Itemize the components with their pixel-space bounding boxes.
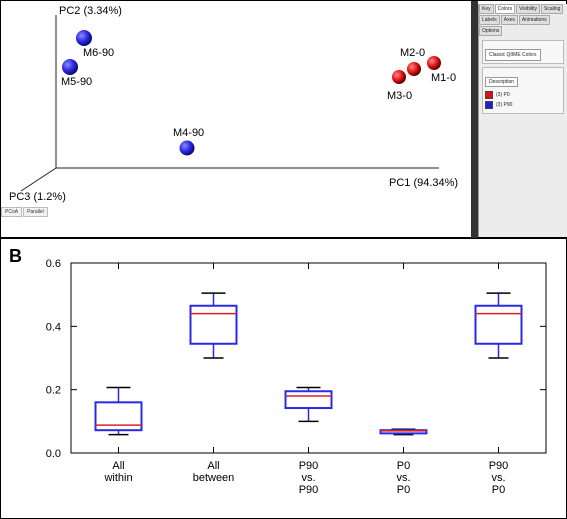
x-category-label: P90 (299, 484, 319, 496)
color-scheme-box: Classic QIIME Colors (482, 40, 564, 64)
tab-visibility[interactable]: Visibility (516, 4, 541, 14)
point-label-m5-90: M5-90 (61, 76, 93, 88)
point-label-m6-90: M6-90 (83, 47, 115, 59)
x-category-label: between (193, 472, 235, 484)
x-category-label: vs. (396, 472, 410, 484)
x-category-label: P0 (492, 484, 505, 496)
tab-pcoa[interactable]: PCoA (1, 207, 23, 217)
x-category-label: P90 (299, 460, 319, 472)
tab-colors[interactable]: Colors (494, 4, 516, 14)
tab-axes[interactable]: Axes (500, 15, 518, 25)
y-tick-label: 0.4 (46, 321, 61, 333)
tab-labels[interactable]: Labels (479, 15, 500, 25)
pc2-axis-label: PC2 (3.34%) (59, 5, 122, 17)
control-panel: Key Colors Visibility Scaling Labels Axe… (478, 4, 567, 237)
legend-label-p0: (3) P0 (496, 92, 510, 98)
pc3-axis-label: PC3 (1.2%) (9, 191, 66, 203)
boxplot-svg: 0.00.20.40.6AllwithinAllbetweenP90vs.P90… (46, 258, 547, 496)
point-m6-90[interactable] (76, 30, 92, 46)
classic-colors-button[interactable]: Classic QIIME Colors (485, 49, 541, 61)
box-5 (474, 304, 523, 345)
y-tick-label: 0.2 (46, 385, 61, 397)
x-category-label: P0 (397, 484, 410, 496)
box-3 (284, 390, 333, 410)
x-category-label: All (207, 460, 219, 472)
pcoa-axes-svg (20, 15, 441, 192)
point-label-m2-0: M2-0 (400, 47, 426, 59)
point-m5-90[interactable] (62, 59, 78, 75)
x-category-label: within (103, 472, 132, 484)
control-tabs-row2: Labels Axes Animations Options (479, 15, 567, 37)
pc3-axis-line (20, 167, 57, 192)
point-m3-0[interactable] (392, 70, 406, 84)
point-m2-0[interactable] (407, 62, 421, 76)
point-label-m3-0: M3-0 (387, 90, 413, 102)
legend-item-p0[interactable]: (3) P0 (485, 91, 561, 99)
panel-b: B 0.0 0.2 0.4 0.6 All within All between P90 vs. P… (0, 238, 567, 519)
legend-label-p90: (3) P90 (496, 102, 513, 108)
tab-scaling[interactable]: Scaling (541, 4, 564, 14)
tab-options[interactable]: Options (479, 26, 503, 36)
x-category-label: P90 (489, 460, 509, 472)
x-category-label: vs. (301, 472, 315, 484)
legend-box: Description (3) P0 (3) P90 (482, 67, 564, 114)
description-dropdown[interactable]: Description (485, 77, 519, 87)
point-m1-0[interactable] (427, 56, 441, 70)
x-category-label: All (112, 460, 124, 472)
p0-color-swatch[interactable] (485, 91, 493, 99)
legend-item-p90[interactable]: (3) P90 (485, 101, 561, 109)
x-category-label: vs. (491, 472, 505, 484)
point-m4-90[interactable] (179, 140, 195, 156)
tab-parallel[interactable]: Parallel (23, 207, 48, 217)
view-tabs: PCoA Parallel (1, 207, 49, 217)
pcoa-plot[interactable]: PC2 (3.34%) PC1 (94.34%) PC3 (1.2%) M6-9… (1, 1, 471, 205)
point-label-m1-0: M1-0 (431, 72, 457, 84)
box-1 (94, 401, 143, 432)
point-label-m4-90: M4-90 (173, 127, 205, 139)
tab-animations[interactable]: Animations (518, 15, 550, 25)
p90-color-swatch[interactable] (485, 101, 493, 109)
y-tick-label: 0.0 (46, 448, 61, 460)
tab-key[interactable]: Key (479, 4, 494, 14)
y-tick-label: 0.6 (46, 258, 61, 270)
control-tabs-row1: Key Colors Visibility Scaling (479, 4, 567, 15)
panel-divider[interactable] (471, 1, 478, 238)
pc1-axis-label: PC1 (94.34%) (389, 177, 459, 189)
x-category-label: P0 (397, 460, 410, 472)
panel-a: A (0, 0, 567, 238)
box-2 (189, 304, 238, 345)
